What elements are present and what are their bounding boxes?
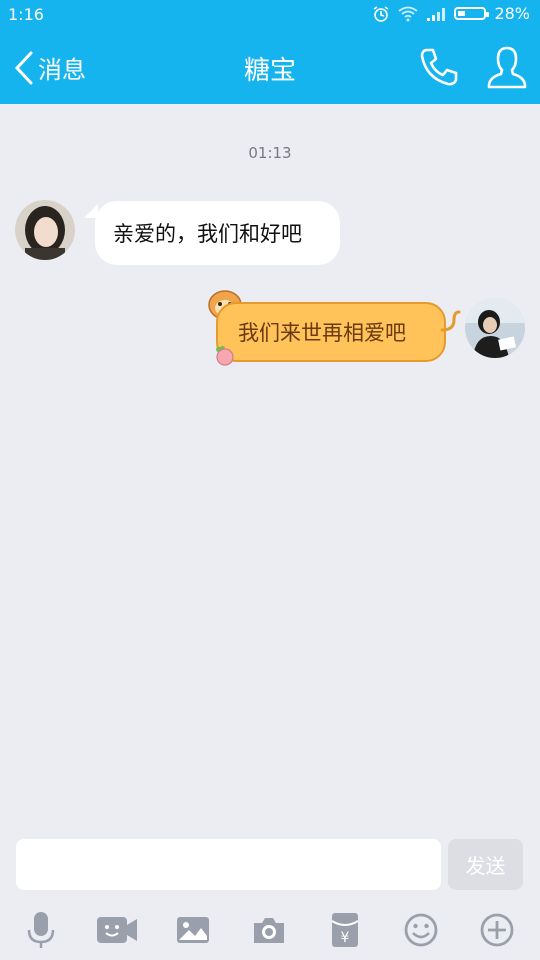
message-timestamp: 01:13 bbox=[248, 144, 292, 162]
battery-icon bbox=[454, 7, 490, 20]
message-bubble-received[interactable]: 亲爱的，我们和好吧 bbox=[95, 201, 340, 265]
wifi-icon bbox=[398, 6, 418, 21]
send-label: 发送 bbox=[465, 854, 506, 878]
message-text: 亲爱的，我们和好吧 bbox=[113, 222, 302, 246]
status-bar: 1:16 28% bbox=[0, 0, 540, 30]
nav-bar: 消息 糖宝 bbox=[0, 30, 540, 104]
peach-sticker-icon bbox=[216, 345, 234, 366]
contact-avatar[interactable] bbox=[15, 200, 75, 260]
mic-icon[interactable] bbox=[16, 905, 66, 955]
red-packet-icon[interactable]: ¥ bbox=[320, 905, 370, 955]
alarm-icon bbox=[373, 5, 389, 22]
camera-icon[interactable] bbox=[244, 905, 294, 955]
plus-icon[interactable] bbox=[472, 905, 522, 955]
message-bubble-sent[interactable]: 我们来世再相爱吧 bbox=[216, 302, 446, 362]
my-avatar[interactable] bbox=[465, 298, 525, 358]
emoji-icon[interactable] bbox=[396, 905, 446, 955]
message-input[interactable] bbox=[16, 839, 441, 890]
svg-text:¥: ¥ bbox=[341, 930, 350, 946]
send-button[interactable]: 发送 bbox=[448, 839, 523, 890]
phone-icon[interactable] bbox=[418, 46, 460, 88]
status-icons: 28% bbox=[372, 4, 530, 23]
monkey-tail-icon bbox=[440, 310, 461, 332]
signal-icon bbox=[427, 7, 446, 21]
input-toolbar: ¥ bbox=[0, 905, 540, 955]
profile-icon[interactable] bbox=[486, 44, 528, 90]
battery-percent: 28% bbox=[494, 4, 530, 23]
image-icon[interactable] bbox=[168, 905, 218, 955]
message-text: 我们来世再相爱吧 bbox=[238, 321, 406, 345]
status-time: 1:16 bbox=[8, 5, 44, 24]
video-icon[interactable] bbox=[92, 905, 142, 955]
